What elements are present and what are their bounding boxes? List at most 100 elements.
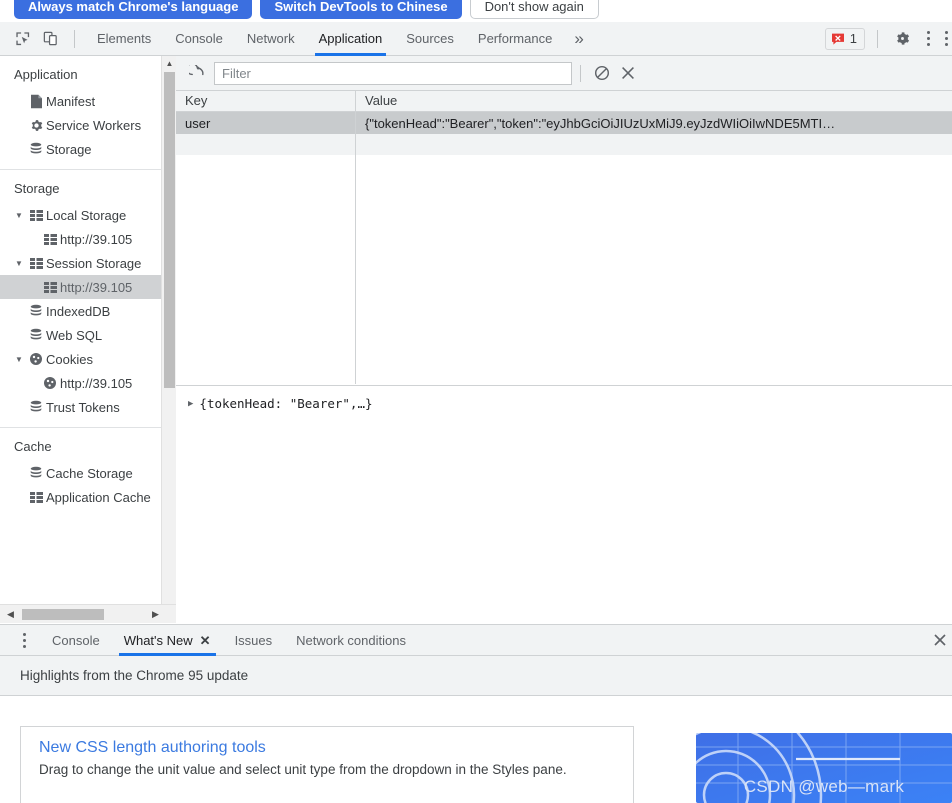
- tab-label: Application: [318, 31, 383, 46]
- filter-input[interactable]: [214, 61, 572, 85]
- more-tabs-icon[interactable]: »: [564, 30, 593, 47]
- sidebar-item-session-storage-origin[interactable]: http://39.105: [0, 275, 175, 299]
- drawer-tab-network-conditions[interactable]: Network conditions: [284, 625, 418, 656]
- refresh-icon[interactable]: [184, 60, 210, 86]
- database-icon: [26, 400, 46, 414]
- table-row[interactable]: user {"tokenHead":"Bearer","token":"eyJh…: [176, 112, 952, 134]
- sidebar-item-label: http://39.105: [60, 279, 133, 295]
- toolbar-separator: [580, 64, 581, 82]
- whats-new-promo-image: CSDN @web—mark: [696, 733, 952, 803]
- database-icon: [26, 304, 46, 318]
- toolbar-divider-2: [877, 29, 878, 48]
- sidebar-item-local-storage[interactable]: ▼ Local Storage: [0, 203, 175, 227]
- sidebar-item-label: Application Cache: [46, 489, 151, 505]
- column-header-key[interactable]: Key: [176, 91, 356, 111]
- sidebar-item-cookies-origin[interactable]: http://39.105: [0, 371, 175, 395]
- cell-value-empty: [356, 134, 952, 155]
- inspect-element-icon[interactable]: [8, 25, 36, 53]
- tab-performance[interactable]: Performance: [466, 22, 564, 56]
- expand-triangle-icon[interactable]: ▶: [188, 399, 193, 409]
- tab-label: Network: [246, 31, 295, 46]
- devtools-main-toolbar: Elements Console Network Application Sou…: [0, 22, 952, 56]
- device-toolbar-icon[interactable]: [36, 25, 64, 53]
- sidebar-item-label: IndexedDB: [46, 303, 111, 319]
- sidebar-item-indexeddb[interactable]: IndexedDB: [0, 299, 175, 323]
- tab-console[interactable]: Console: [163, 22, 235, 56]
- switch-devtools-language-button[interactable]: Switch DevTools to Chinese: [260, 0, 462, 19]
- application-sidebar: Application Manifest Service Workers Sto…: [0, 56, 176, 623]
- sidebar-item-trust-tokens[interactable]: Trust Tokens: [0, 395, 175, 419]
- sidebar-item-cache-storage[interactable]: Cache Storage: [0, 461, 175, 485]
- whats-new-description: Drag to change the unit value and select…: [39, 762, 567, 777]
- sidebar-item-label: http://39.105: [60, 231, 133, 247]
- scroll-up-icon[interactable]: ▲: [162, 56, 177, 71]
- drawer-tab-console[interactable]: Console: [40, 625, 112, 656]
- error-count-label: 1: [849, 31, 857, 46]
- sidebar-section-title: Storage: [14, 181, 60, 196]
- always-match-language-button[interactable]: Always match Chrome's language: [14, 0, 253, 19]
- grid-header-row: Key Value: [176, 91, 952, 112]
- grid-empty-value-column: [356, 155, 952, 384]
- database-icon: [26, 328, 46, 342]
- scrollbar-thumb[interactable]: [164, 72, 175, 388]
- sidebar-item-service-workers[interactable]: Service Workers: [0, 113, 175, 137]
- table-icon: [40, 233, 60, 245]
- gear-icon[interactable]: [888, 25, 916, 53]
- dont-show-again-button[interactable]: Don't show again: [469, 0, 599, 19]
- sidebar-item-label: Web SQL: [46, 327, 103, 343]
- sidebar-item-label: Session Storage: [46, 255, 142, 271]
- sidebar-item-label: Cache Storage: [46, 465, 133, 481]
- scroll-right-icon[interactable]: ▶: [148, 607, 163, 622]
- sidebar-item-label: Manifest: [46, 93, 96, 109]
- kebab-menu-icon-clipped[interactable]: [940, 27, 952, 51]
- sidebar-item-manifest[interactable]: Manifest: [0, 89, 175, 113]
- chevron-down-icon[interactable]: ▼: [12, 355, 26, 364]
- value-preview-pane: ▶ {tokenHead: "Bearer",…}: [176, 385, 952, 623]
- tab-sources[interactable]: Sources: [394, 22, 466, 56]
- drawer-kebab-menu-icon[interactable]: [12, 628, 36, 652]
- chevron-down-icon[interactable]: ▼: [12, 259, 26, 268]
- column-header-value[interactable]: Value: [356, 91, 952, 111]
- sidebar-item-session-storage[interactable]: ▼ Session Storage: [0, 251, 175, 275]
- sidebar-item-application-cache[interactable]: Application Cache: [0, 485, 175, 509]
- drawer-tab-issues[interactable]: Issues: [223, 625, 285, 656]
- sidebar-item-local-storage-origin[interactable]: http://39.105: [0, 227, 175, 251]
- tab-label: Performance: [477, 31, 553, 46]
- cookie-icon: [40, 376, 60, 390]
- sidebar-item-storage[interactable]: Storage: [0, 137, 175, 161]
- close-icon[interactable]: ✕: [200, 634, 211, 647]
- table-row-empty[interactable]: [176, 134, 952, 155]
- kebab-menu-icon[interactable]: [916, 27, 940, 51]
- sidebar-item-cookies[interactable]: ▼ Cookies: [0, 347, 175, 371]
- drawer-toolbar: Console What's New ✕ Issues Network cond…: [0, 624, 952, 656]
- table-icon: [26, 209, 46, 221]
- chevron-down-icon[interactable]: ▼: [12, 211, 26, 220]
- drawer-tab-whats-new[interactable]: What's New ✕: [112, 625, 223, 656]
- tab-network[interactable]: Network: [235, 22, 307, 56]
- drawer-close-icon[interactable]: [933, 633, 952, 647]
- tab-application[interactable]: Application: [307, 22, 395, 56]
- sidebar-section-cache: Cache Cache Storage Application Cache: [0, 428, 175, 517]
- table-icon: [26, 491, 46, 503]
- storage-data-grid: Key Value user {"tokenHead":"Bearer","to…: [176, 91, 952, 384]
- error-count-badge[interactable]: 1: [824, 27, 865, 50]
- database-icon: [26, 466, 46, 480]
- delete-icon[interactable]: [615, 60, 641, 86]
- sidebar-section-title: Cache: [14, 439, 52, 454]
- tab-label: Elements: [97, 31, 152, 46]
- preview-object-row[interactable]: ▶ {tokenHead: "Bearer",…}: [188, 396, 952, 411]
- sidebar-item-label: Trust Tokens: [46, 399, 120, 415]
- whats-new-title-link[interactable]: New CSS length authoring tools: [39, 739, 615, 757]
- sidebar-horizontal-scrollbar[interactable]: ◀ ▶: [0, 604, 176, 623]
- clear-all-icon[interactable]: [589, 60, 615, 86]
- preview-object-text: {tokenHead: "Bearer",…}: [199, 396, 373, 411]
- sidebar-item-label: Service Workers: [46, 117, 142, 133]
- scrollbar-thumb-horizontal[interactable]: [22, 609, 104, 620]
- cell-value: {"tokenHead":"Bearer","token":"eyJhbGciO…: [365, 115, 836, 131]
- tab-elements[interactable]: Elements: [85, 22, 163, 56]
- sidebar-item-web-sql[interactable]: Web SQL: [0, 323, 175, 347]
- sidebar-vertical-scrollbar[interactable]: ▲ ▼: [161, 56, 176, 623]
- error-icon: [831, 33, 844, 45]
- sidebar-item-label: Storage: [46, 141, 92, 157]
- scroll-left-icon[interactable]: ◀: [3, 607, 18, 622]
